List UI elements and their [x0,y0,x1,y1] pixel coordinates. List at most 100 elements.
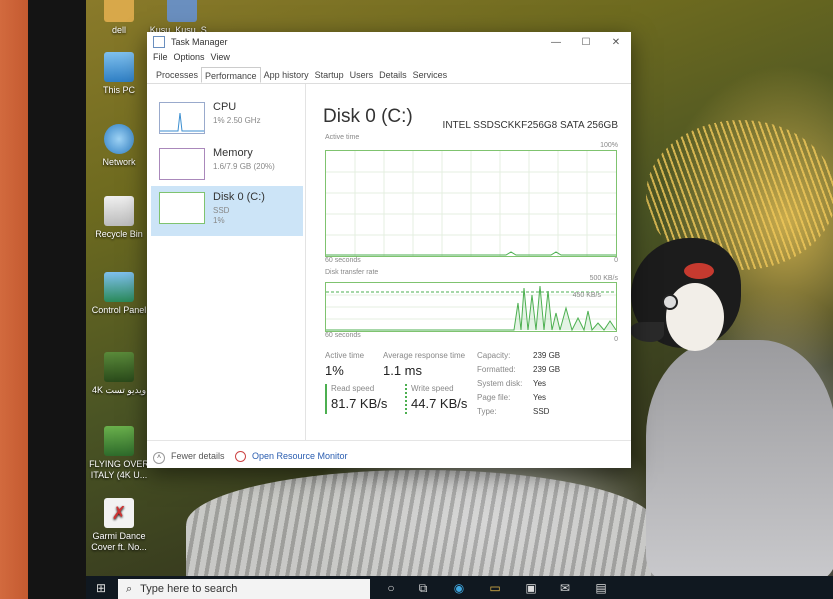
open-resource-monitor-link[interactable]: Open Resource Monitor [235,451,348,463]
control-panel-icon [104,272,134,302]
desktop-icon-label: This PC [102,85,135,95]
window-title: Task Manager [171,37,228,47]
active-time-label: Active time [325,351,365,360]
start-windows-icon[interactable]: ⊞ [94,581,108,595]
tab-details[interactable]: Details [376,67,410,83]
desktop-icon-label: Network [102,157,136,167]
sidebar-item-disk[interactable]: Disk 0 (C:) SSD 1% [151,186,303,236]
taskbar: ⊞ ⌕ Type here to search ○ ⧉ ◉ ▭ ▣ ✉ ▤ [86,576,833,599]
graph2-max: 500 KB/s [589,275,618,282]
read-speed-label: Read speed [331,384,375,393]
property-key: System disk: [477,379,523,388]
transfer-rate-graph [325,282,617,332]
property-value: 239 GB [533,365,561,374]
write-speed-value: 44.7 KB/s [411,396,468,411]
menu-view[interactable]: View [211,52,230,67]
desktop-icon-control-panel[interactable]: Control Panel [86,272,152,316]
fewer-details-button[interactable]: ˄ Fewer details [153,451,225,464]
desktop-icon-4k-video[interactable]: 4K ویدیو تست [86,352,152,396]
mail-icon[interactable]: ✉ [558,581,572,595]
write-speed-block: Write speed 44.7 KB/s [405,384,467,414]
task-view-icon[interactable]: ⧉ [416,581,430,595]
cortana-circle-icon[interactable]: ○ [384,581,398,595]
menu-options[interactable]: Options [174,52,205,67]
graph2-mid: 450 KB/s [572,292,601,299]
disk-usage: 1% [213,216,225,225]
active-time-graph [325,150,617,257]
network-icon [104,124,134,154]
property-key: Page file: [477,393,511,402]
edge-browser-icon[interactable]: ◉ [452,581,466,595]
wallpaper-crane-neck [646,340,833,576]
wallpaper-crane-wattle [684,263,714,279]
read-speed-block: Read speed 81.7 KB/s [325,384,387,414]
desktop-icon-this-pc[interactable]: This PC [86,52,152,96]
read-speed-value: 81.7 KB/s [331,396,388,411]
graph2-time: 60 seconds [325,332,361,339]
resource-monitor-icon [235,451,246,463]
media-file-icon: ✗ [104,498,134,528]
wallpaper-crane-eye [662,294,678,310]
minimize-button[interactable]: — [541,37,571,48]
bezel-left [0,0,28,599]
taskbar-search-input[interactable]: ⌕ Type here to search [118,579,370,599]
disk-type: SSD [213,206,230,215]
disk-model: INTEL SSDSCKKF256G8 SATA 256GB [442,120,618,131]
wallpaper-crane-beak [630,322,664,342]
video-thumbnail-icon [104,426,134,456]
tab-services[interactable]: Services [410,67,451,83]
sidebar-item-cpu[interactable]: CPU 1% 2.50 GHz [151,96,303,142]
tab-startup[interactable]: Startup [312,67,347,83]
desktop-icon-flying-over-italy[interactable]: FLYING OVER ITALY (4K U... [86,426,156,481]
desktop-icon-network[interactable]: Network [86,124,152,168]
tab-users[interactable]: Users [347,67,377,83]
sidebar-item-title: Disk 0 (C:) [213,191,265,203]
window-controls: — ☐ ✕ [541,37,631,48]
task-manager-footer: ˄ Fewer details Open Resource Monitor [147,440,631,469]
desktop-icon-label: 4K ویدیو تست [91,385,147,395]
cpu-sparkline-graph [160,112,204,132]
desktop-icon-kusu[interactable]: Kusu_Kusu_S... [142,0,222,36]
graph2-label: Disk transfer rate [325,269,379,276]
title-bar[interactable]: Task Manager — ☐ ✕ [147,32,631,52]
property-key: Type: [477,407,497,416]
sidebar-item-title: Memory [213,147,253,159]
response-time-label: Average response time [383,351,466,360]
maximize-button[interactable]: ☐ [571,37,601,48]
tab-performance[interactable]: Performance [201,67,261,83]
property-value: 239 GB [533,351,561,360]
store-icon[interactable]: ▣ [524,581,538,595]
property-key: Formatted: [477,365,516,374]
cpu-sparkline [159,102,205,134]
tab-app-history[interactable]: App history [261,67,312,83]
graph1-max: 100% [600,142,618,149]
resource-monitor-label: Open Resource Monitor [252,451,348,461]
task-manager-taskbar-icon[interactable]: ▤ [594,581,608,595]
search-placeholder: Type here to search [140,583,238,595]
file-explorer-icon[interactable]: ▭ [488,581,502,595]
desktop-icon-label: Garmi Dance Cover ft. No... [91,531,147,552]
property-value: SSD [533,407,550,416]
tab-processes[interactable]: Processes [153,67,201,83]
desktop-icon-label: FLYING OVER ITALY (4K U... [89,459,149,480]
property-value: Yes [533,379,547,388]
response-time-value: 1.1 ms [383,363,423,378]
menu-file[interactable]: File [153,52,168,67]
transfer-rate-graph-svg [326,285,617,332]
fewer-details-label: Fewer details [171,451,225,461]
sidebar-item-memory[interactable]: Memory 1.6/7.9 GB (20%) [151,142,303,188]
desktop-icon-recycle-bin[interactable]: Recycle Bin [86,196,152,240]
sidebar-item-subtitle: SSD 1% [213,206,229,226]
desktop-icon-garmi-dance[interactable]: ✗ Garmi Dance Cover ft. No... [86,498,156,553]
folder-icon [104,0,134,22]
active-time-value: 1% [325,363,344,378]
computer-icon [104,52,134,82]
graph2-min: 0 [614,336,618,343]
close-button[interactable]: ✕ [601,37,631,48]
menu-bar: File Options View [147,52,631,67]
sidebar-item-subtitle: 1.6/7.9 GB (20%) [213,162,275,171]
performance-sidebar: CPU 1% 2.50 GHz Memory 1.6/7.9 GB (20%) … [147,84,306,440]
active-time-graph-svg [326,151,616,256]
video-thumbnail-icon [104,352,134,382]
graph1-min: 0 [614,257,618,264]
